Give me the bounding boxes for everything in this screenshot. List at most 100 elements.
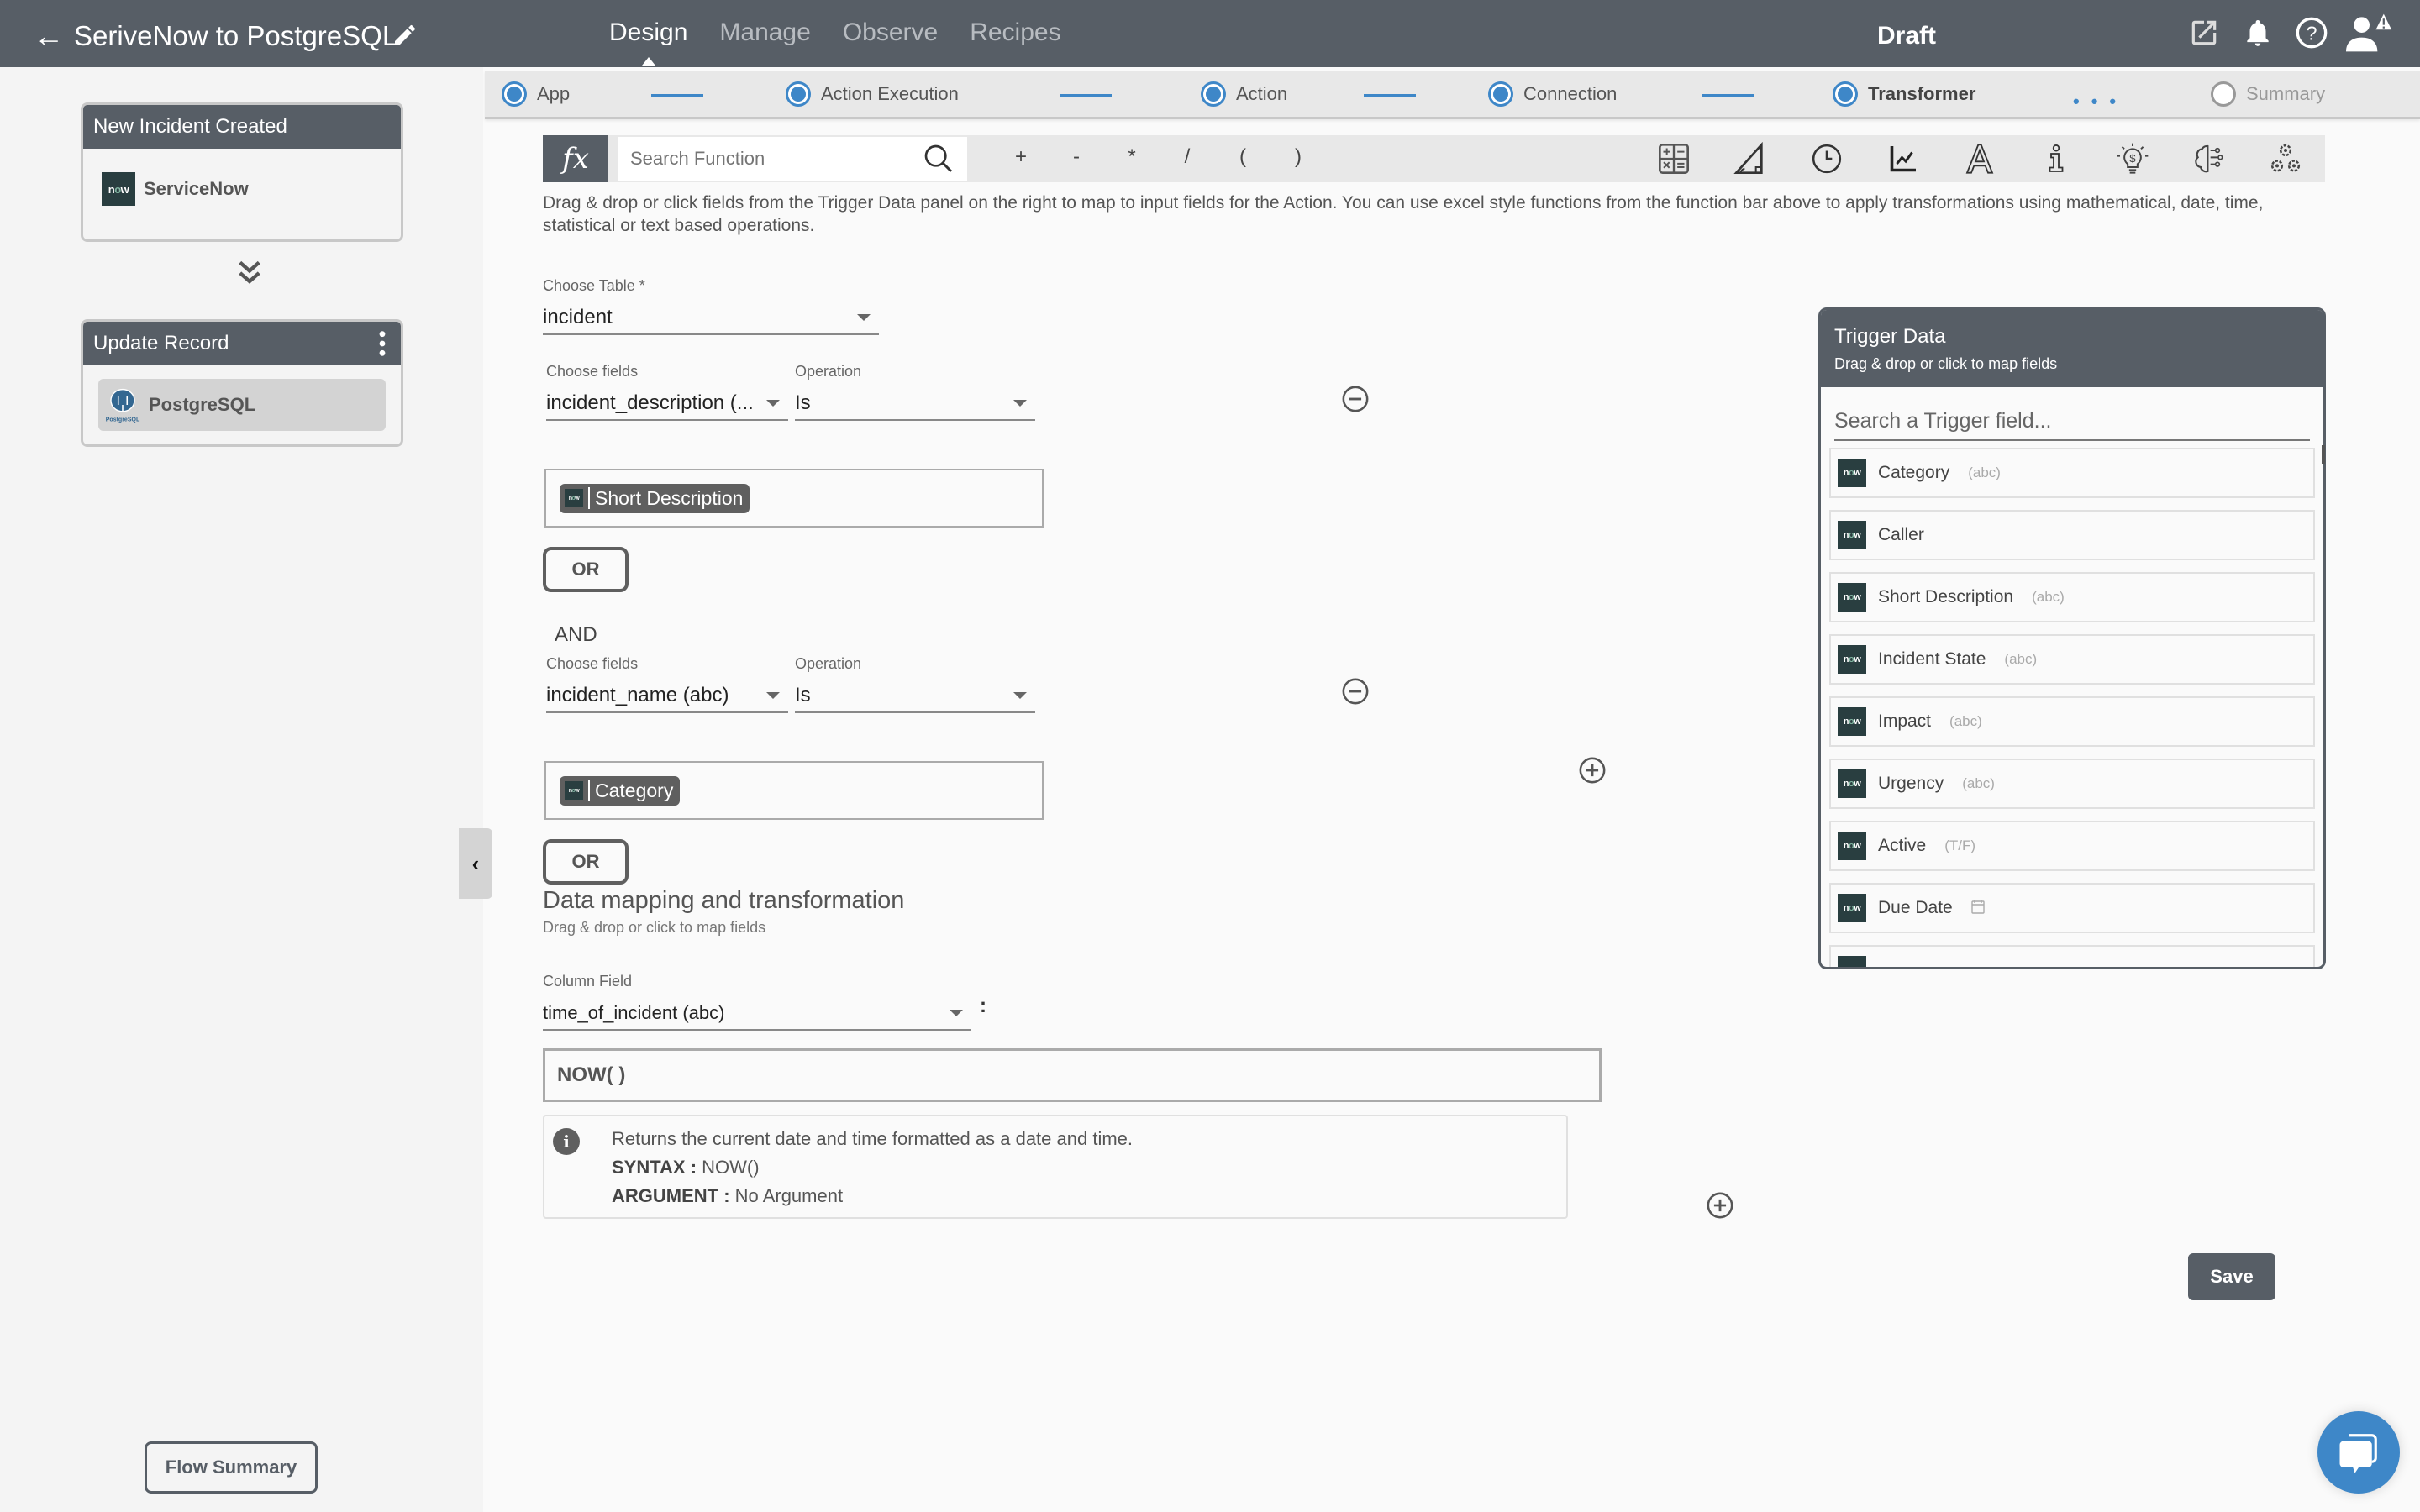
syntax-value: NOW() [702,1157,760,1178]
operation-value: Is [795,391,811,414]
function-bar: fx + - * / ( ) $ [543,135,2325,182]
step-connector-pending: ••• [2073,91,2128,112]
servicenow-logo-icon: now [1838,707,1866,736]
mapped-field-chip[interactable]: now Category [560,775,681,806]
mapping-separator: : [980,995,986,1017]
tab-manage[interactable]: Manage [719,18,810,47]
statistics-chart-icon[interactable] [1865,140,1941,177]
save-button[interactable]: Save [2188,1253,2275,1300]
caret-down-icon [950,1010,963,1016]
tab-observe[interactable]: Observe [843,18,938,47]
trigger-field-item[interactable]: n o w Active (T/F) [1829,821,2315,871]
search-icon[interactable] [922,142,955,176]
trigger-field-item[interactable]: n o w Caller [1829,510,2315,560]
action-card[interactable]: Update Record PostgreSQL PostgreSQL [81,319,403,447]
or-button[interactable]: OR [543,547,629,592]
operator-close-paren[interactable]: ) [1270,145,1326,169]
condition-operation-select[interactable]: Operation Is [795,363,1035,421]
clock-icon[interactable] [1788,140,1865,177]
add-mapping-icon[interactable] [1706,1191,1734,1220]
step-connection[interactable]: Connection [1488,81,1617,107]
chevron-left-icon[interactable]: ‹ [459,828,492,899]
trigger-field-item[interactable]: n o w Impact (abc) [1829,696,2315,747]
remove-condition-icon[interactable] [1341,677,1370,706]
step-summary[interactable]: Summary [2211,81,2325,107]
condition-operation-select[interactable]: Operation Is [795,655,1035,713]
chat-button[interactable] [2317,1411,2400,1494]
formula-input[interactable]: NOW( ) [543,1048,1602,1102]
trigger-field-item[interactable]: n o w Incident State (abc) [1829,634,2315,685]
tab-design[interactable]: Design [609,18,687,66]
add-condition-icon[interactable] [1578,756,1607,785]
kebab-menu-icon[interactable] [372,329,392,358]
chip-label: Short Description [595,486,744,509]
user-alert-icon[interactable] [2346,13,2393,52]
condition-field-select[interactable]: Choose fields incident_description (... [546,363,788,421]
function-search-input[interactable] [630,148,922,170]
argument-label: ARGUMENT : [612,1185,730,1206]
mapped-field-chip[interactable]: now Short Description [560,483,750,513]
operator-buttons: + - * / ( ) [993,145,1326,169]
trigger-field-type: (abc) [1949,713,1982,729]
remove-condition-icon[interactable] [1341,385,1370,413]
trigger-field-item[interactable]: n o w Due Date [1829,883,2315,933]
trigger-list-scrollbar[interactable] [2322,445,2325,464]
action-card-app: PostgreSQL [149,394,256,415]
trigger-field-name: Due Date [1878,898,1953,917]
operator-divide[interactable]: / [1160,145,1215,169]
caret-down-icon [766,400,780,407]
condition-value-dropzone[interactable]: now Short Description [544,469,1044,528]
flow-summary-button[interactable]: Flow Summary [145,1441,318,1494]
trigger-field-item[interactable]: n o w Urgency (abc) [1829,759,2315,809]
help-icon[interactable]: ? [2292,13,2331,52]
finance-bulb-icon[interactable]: $ [2094,140,2170,177]
condition-value-dropzone[interactable]: now Category [544,761,1044,820]
chevron-double-down-icon [239,260,260,284]
trigger-field-name: Active [1878,836,1927,855]
operator-multiply[interactable]: * [1104,145,1160,169]
trigger-field-type: (abc) [2032,589,2065,605]
step-check-icon [1201,81,1226,107]
function-help-box: i Returns the current date and time form… [543,1115,1568,1219]
or-button[interactable]: OR [543,839,629,885]
choose-table-select[interactable]: Choose Table * incident [543,277,879,335]
trigger-field-item[interactable]: n o w Short Description (abc) [1829,572,2315,622]
info-icon[interactable] [2018,140,2094,177]
bell-icon[interactable] [2238,13,2277,52]
step-action-execution[interactable]: Action Execution [786,81,959,107]
column-field-select[interactable]: Column Field time_of_incident (abc) [543,973,971,1031]
step-empty-icon [2211,81,2236,107]
chip-label: Category [595,779,674,801]
and-connector-label: AND [555,623,597,646]
operator-plus[interactable]: + [993,145,1049,169]
tab-recipes[interactable]: Recipes [970,18,1060,47]
text-icon[interactable] [1941,140,2018,177]
advanced-gears-icon[interactable] [2247,140,2323,177]
step-check-icon [786,81,811,107]
step-action[interactable]: Action [1201,81,1287,107]
function-search[interactable] [618,137,967,181]
trigonometry-icon[interactable] [1712,140,1788,177]
arrow-left-icon[interactable]: ← [34,18,64,54]
trigger-field-item[interactable]: n o w Category (abc) [1829,448,2315,498]
operator-open-paren[interactable]: ( [1215,145,1270,169]
external-link-icon[interactable] [2185,13,2223,52]
step-transformer[interactable]: Transformer [1833,81,1975,107]
pencil-icon[interactable] [392,22,418,49]
trigger-card[interactable]: New Incident Created now ServiceNow [81,102,403,242]
step-app[interactable]: App [502,81,570,107]
mapping-section-title: Data mapping and transformation [543,887,905,914]
trigger-field-name: Category [1878,463,1950,482]
trigger-field-search-input[interactable] [1834,409,2310,433]
trigger-field-name: Caller [1878,525,1924,544]
math-icon[interactable] [1635,140,1712,177]
column-field-value: time_of_incident (abc) [543,1002,725,1023]
trigger-field-item[interactable]: now [1829,945,2315,967]
svg-text:$: $ [2129,152,2136,165]
step-label: Connection [1523,83,1618,104]
operator-minus[interactable]: - [1049,145,1104,169]
condition-field-select[interactable]: Choose fields incident_name (abc) [546,655,788,713]
step-label: Transformer [1868,83,1976,104]
ai-brain-icon[interactable] [2170,140,2247,177]
step-label: App [537,83,571,104]
